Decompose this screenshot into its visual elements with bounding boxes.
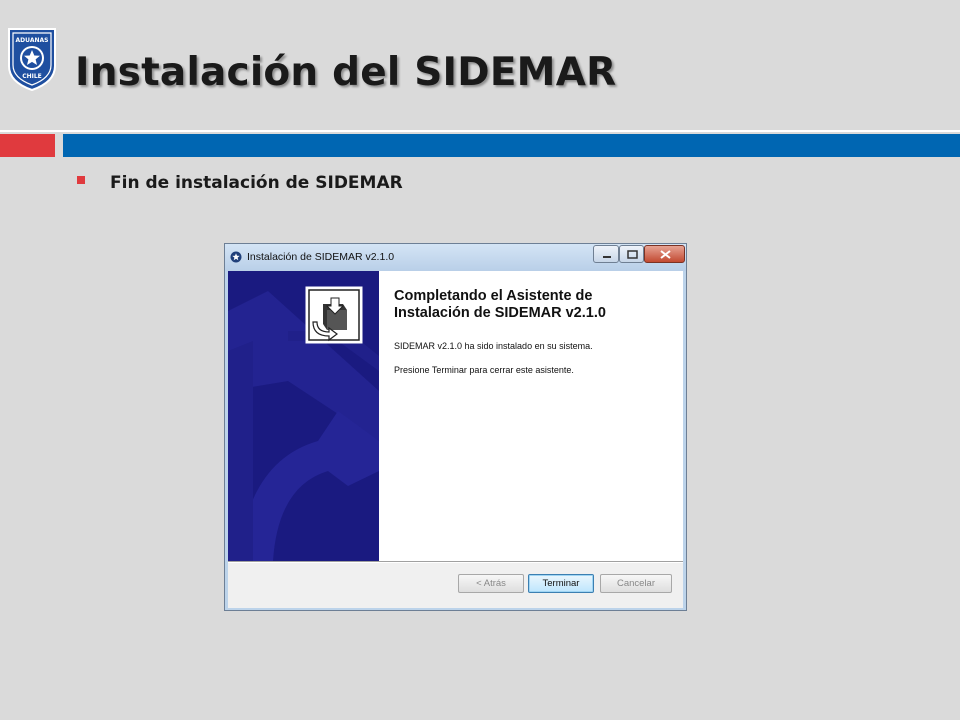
close-button[interactable] bbox=[644, 245, 685, 263]
logo-text-bottom: CHILE bbox=[22, 73, 42, 80]
dialog-titlebar[interactable]: Instalación de SIDEMAR v2.1.0 bbox=[225, 244, 686, 271]
dialog-client-area: Completando el Asistente de Instalación … bbox=[228, 271, 683, 608]
maximize-icon bbox=[627, 250, 638, 259]
bullet-text: Fin de instalación de SIDEMAR bbox=[110, 173, 403, 193]
header-divider-line bbox=[0, 130, 960, 132]
close-icon bbox=[660, 250, 671, 259]
installer-box-icon bbox=[305, 286, 363, 344]
installer-content-panel: Completando el Asistente de Instalación … bbox=[379, 271, 683, 561]
installer-dialog: Instalación de SIDEMAR v2.1.0 Completand… bbox=[224, 243, 687, 611]
instruction-message: Presione Terminar para cerrar este asist… bbox=[394, 365, 574, 375]
minimize-icon bbox=[603, 256, 611, 258]
back-button[interactable]: < Atrás bbox=[458, 574, 524, 593]
cancel-button[interactable]: Cancelar bbox=[600, 574, 672, 593]
dialog-title: Instalación de SIDEMAR v2.1.0 bbox=[247, 251, 395, 263]
header-accent-blue bbox=[63, 134, 960, 157]
installed-message: SIDEMAR v2.1.0 ha sido instalado en su s… bbox=[394, 341, 593, 351]
header-accent-red bbox=[0, 134, 55, 157]
finish-button[interactable]: Terminar bbox=[528, 574, 594, 593]
star-badge-icon bbox=[230, 251, 242, 263]
aduanas-chile-logo: ADUANAS CHILE bbox=[6, 26, 58, 92]
minimize-button[interactable] bbox=[593, 245, 619, 263]
footer-separator-highlight bbox=[228, 562, 683, 563]
logo-text-top: ADUANAS bbox=[16, 37, 49, 44]
installer-side-panel bbox=[228, 271, 379, 561]
bullet-square-icon bbox=[77, 176, 85, 184]
maximize-button[interactable] bbox=[619, 245, 644, 263]
slide-title: Instalación del SIDEMAR bbox=[75, 50, 617, 95]
completion-heading: Completando el Asistente de Instalación … bbox=[394, 288, 606, 321]
